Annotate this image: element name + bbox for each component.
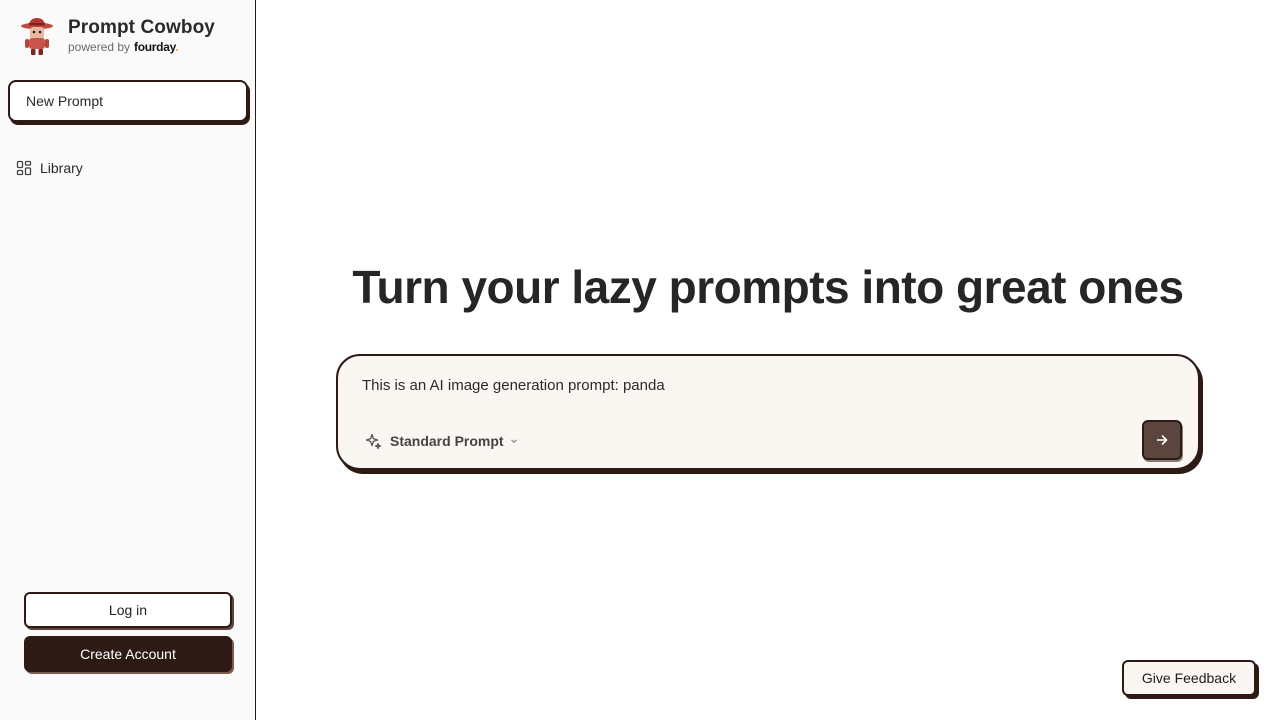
give-feedback-label: Give Feedback: [1141, 670, 1237, 686]
new-prompt-button[interactable]: New Prompt: [8, 80, 248, 122]
login-button[interactable]: Log in: [24, 592, 232, 628]
prompt-composer: This is an AI image generation prompt: p…: [336, 354, 1200, 470]
powered-by: powered by fourday.: [68, 40, 215, 54]
give-feedback-button[interactable]: Give Feedback: [1122, 660, 1256, 696]
powered-by-label: powered by: [68, 40, 131, 54]
prompt-input[interactable]: This is an AI image generation prompt: p…: [362, 376, 1122, 396]
chevron-down-icon: [510, 439, 517, 444]
fourday-logo-text: fourday: [134, 40, 176, 54]
page-title: Turn your lazy prompts into great ones: [352, 261, 1184, 313]
login-label: Log in: [108, 602, 148, 618]
create-account-label: Create Account: [80, 646, 176, 662]
new-prompt-label: New Prompt: [26, 93, 104, 109]
arrow-right-icon: [1156, 435, 1168, 445]
brand: Prompt Cowboy powered by fourday.: [18, 16, 215, 56]
create-account-button[interactable]: Create Account: [24, 636, 232, 672]
cowboy-mascot-icon: [21, 18, 53, 55]
app-root: Prompt Cowboy powered by fourday. New Pr…: [0, 0, 1280, 720]
grid-layout-icon: [16, 160, 32, 176]
fourday-logo: fourday.: [134, 40, 179, 54]
app-title: Prompt Cowboy: [68, 17, 215, 38]
sidebar: Prompt Cowboy powered by fourday. New Pr…: [0, 0, 256, 720]
sparkle-icon: [365, 433, 382, 450]
send-button[interactable]: [1142, 420, 1182, 460]
brand-text: Prompt Cowboy powered by fourday.: [68, 17, 215, 54]
prompt-mode-label: Standard Prompt: [390, 433, 504, 449]
sidebar-item-library[interactable]: Library: [16, 157, 83, 179]
prompt-mode-dropdown[interactable]: Standard Prompt: [364, 431, 519, 451]
sidebar-item-label: Library: [40, 160, 83, 176]
